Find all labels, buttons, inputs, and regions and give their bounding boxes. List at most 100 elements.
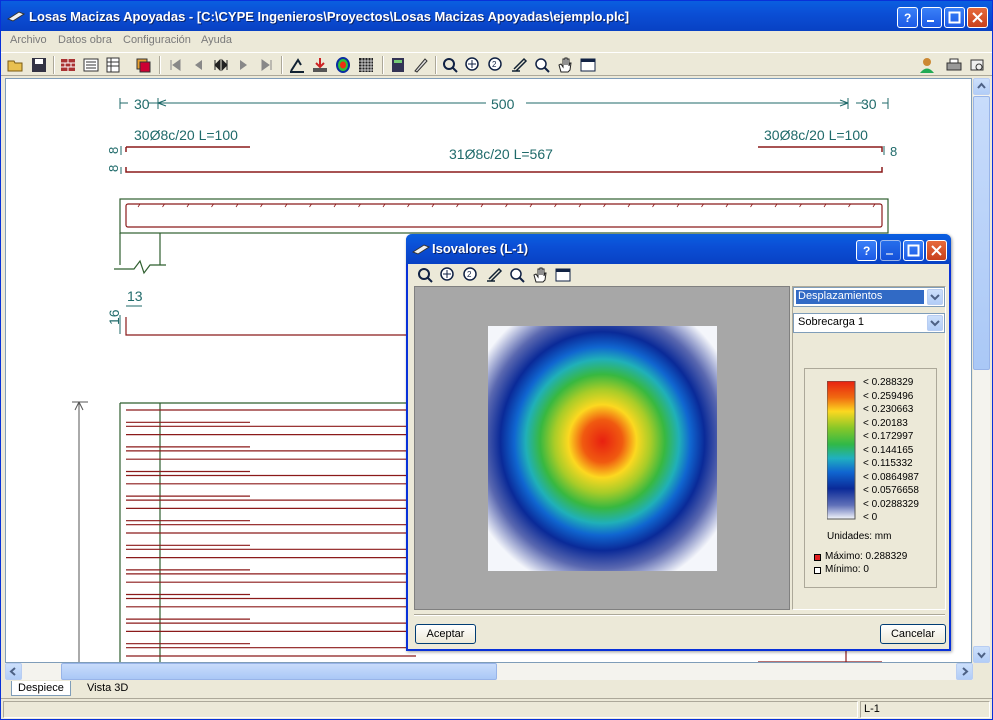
save-icon[interactable] <box>30 56 48 74</box>
list-icon[interactable] <box>82 56 100 74</box>
wall-icon[interactable] <box>59 56 77 74</box>
vertical-scrollbar[interactable] <box>973 78 990 663</box>
pan-hand-icon[interactable] <box>556 56 574 74</box>
close-icon <box>931 245 942 256</box>
side-dim-8a: 8 <box>106 147 121 154</box>
isovalues-icon[interactable] <box>334 56 352 74</box>
side-dim-8b: 8 <box>106 165 121 172</box>
minimize-button[interactable] <box>921 7 942 28</box>
prev-icon[interactable] <box>189 56 207 74</box>
scroll-down-button[interactable] <box>973 646 990 663</box>
zoom-out-icon[interactable] <box>533 56 551 74</box>
svg-text:2: 2 <box>467 270 472 279</box>
legend-label: < 0 <box>863 512 878 523</box>
result-type-dropdown[interactable] <box>927 289 943 305</box>
legend-units: Unidades: mm <box>827 531 892 542</box>
dim-13: 13 <box>127 288 143 304</box>
contour-map <box>488 326 717 571</box>
preview-icon[interactable] <box>968 56 986 74</box>
arrow-left-icon <box>9 667 16 676</box>
zoom-window-icon[interactable]: 2 <box>487 56 505 74</box>
zoom-window-icon[interactable]: 2 <box>462 266 480 284</box>
menu-ayuda[interactable]: Ayuda <box>201 34 232 46</box>
next-icon[interactable] <box>235 56 253 74</box>
dialog-toolbar: 2 <box>414 266 614 286</box>
redraw-icon[interactable] <box>416 266 434 284</box>
scroll-up-button[interactable] <box>973 78 990 95</box>
calculator-icon[interactable] <box>389 56 407 74</box>
cancel-button[interactable]: Cancelar <box>880 624 946 644</box>
print-icon[interactable] <box>945 56 963 74</box>
export-icon[interactable] <box>311 56 329 74</box>
dim-left: 30 <box>134 96 150 112</box>
menu-archivo[interactable]: Archivo <box>10 34 47 46</box>
load-case-value: Sobrecarga 1 <box>798 316 865 328</box>
dim-16: 16 <box>106 309 122 325</box>
accept-button[interactable]: Aceptar <box>415 624 476 644</box>
window-icon[interactable] <box>554 266 572 284</box>
isovalues-options-panel: Desplazamientos Sobrecarga 1 < 0.288329 … <box>792 286 946 610</box>
isovalues-dialog: Isovalores (L-1) ? 2 Desplazamientos Sob… <box>406 234 951 651</box>
scroll-right-button[interactable] <box>956 663 973 680</box>
first-icon[interactable] <box>166 56 184 74</box>
toolbar-separator <box>435 56 437 74</box>
load-case-select[interactable]: Sobrecarga 1 <box>793 313 945 333</box>
pan-hand-icon[interactable] <box>531 266 549 284</box>
legend-color-scale <box>827 381 856 520</box>
color-legend: < 0.288329 < 0.259496 < 0.230663 < 0.201… <box>804 368 937 588</box>
toolbar-separator <box>382 56 384 74</box>
legend-label: < 0.259496 <box>863 390 914 402</box>
dialog-close-button[interactable] <box>926 240 947 261</box>
status-pane-main <box>3 701 858 718</box>
toolbar-separator <box>53 56 55 74</box>
dialog-minimize-button[interactable] <box>880 240 901 261</box>
dialog-title-bar: Isovalores (L-1) ? <box>406 234 951 264</box>
load-case-dropdown[interactable] <box>927 315 943 331</box>
close-button[interactable] <box>967 7 988 28</box>
scroll-left-button[interactable] <box>5 663 22 680</box>
measure-icon[interactable] <box>288 56 306 74</box>
arrow-up-icon <box>977 82 986 89</box>
toolbar-separator <box>281 56 283 74</box>
edit-icon[interactable] <box>412 56 430 74</box>
dialog-app-icon <box>412 244 430 255</box>
menu-datos-obra[interactable]: Datos obra <box>58 34 112 46</box>
tab-despiece[interactable]: Despiece <box>11 681 71 696</box>
help-button[interactable]: ? <box>897 7 918 28</box>
legend-label: < 0.115332 <box>863 458 913 469</box>
isovalues-plot[interactable] <box>414 286 790 610</box>
toolbar-separator <box>159 56 161 74</box>
zoom-out-icon[interactable] <box>508 266 526 284</box>
legend-max: Máximo: 0.288329 <box>825 551 908 562</box>
maximize-button[interactable] <box>944 7 965 28</box>
pen-icon[interactable] <box>485 266 503 284</box>
menu-configuracion[interactable]: Configuración <box>123 34 191 46</box>
grid-icon[interactable] <box>357 56 375 74</box>
redraw-icon[interactable] <box>441 56 459 74</box>
vertical-scroll-thumb[interactable] <box>973 96 990 370</box>
open-icon[interactable] <box>7 56 25 74</box>
zoom-all-icon[interactable] <box>464 56 482 74</box>
dialog-help-button[interactable]: ? <box>856 240 877 261</box>
layers-icon[interactable] <box>134 56 152 74</box>
result-type-select[interactable]: Desplazamientos <box>793 287 945 307</box>
result-type-value: Desplazamientos <box>796 290 924 304</box>
pen-icon[interactable] <box>510 56 528 74</box>
view-tabs: Despiece Vista 3D <box>5 681 205 697</box>
table-icon[interactable] <box>105 56 123 74</box>
dim-center: 500 <box>491 96 515 112</box>
arrow-right-icon <box>962 667 969 676</box>
horizontal-scroll-thumb[interactable] <box>61 663 497 680</box>
horizontal-scrollbar[interactable] <box>5 663 973 680</box>
last-icon[interactable] <box>258 56 276 74</box>
dialog-footer-divider <box>414 614 945 616</box>
window-title: Losas Macizas Apoyadas - [C:\CYPE Ingeni… <box>29 9 630 24</box>
status-bar: L-1 <box>1 698 992 719</box>
zoom-all-icon[interactable] <box>439 266 457 284</box>
dialog-maximize-button[interactable] <box>903 240 924 261</box>
tab-vista-3d[interactable]: Vista 3D <box>81 681 134 696</box>
chevron-down-icon <box>930 294 940 301</box>
all-icon[interactable] <box>212 56 230 74</box>
window-icon[interactable] <box>579 56 597 74</box>
user-icon[interactable] <box>918 56 936 74</box>
